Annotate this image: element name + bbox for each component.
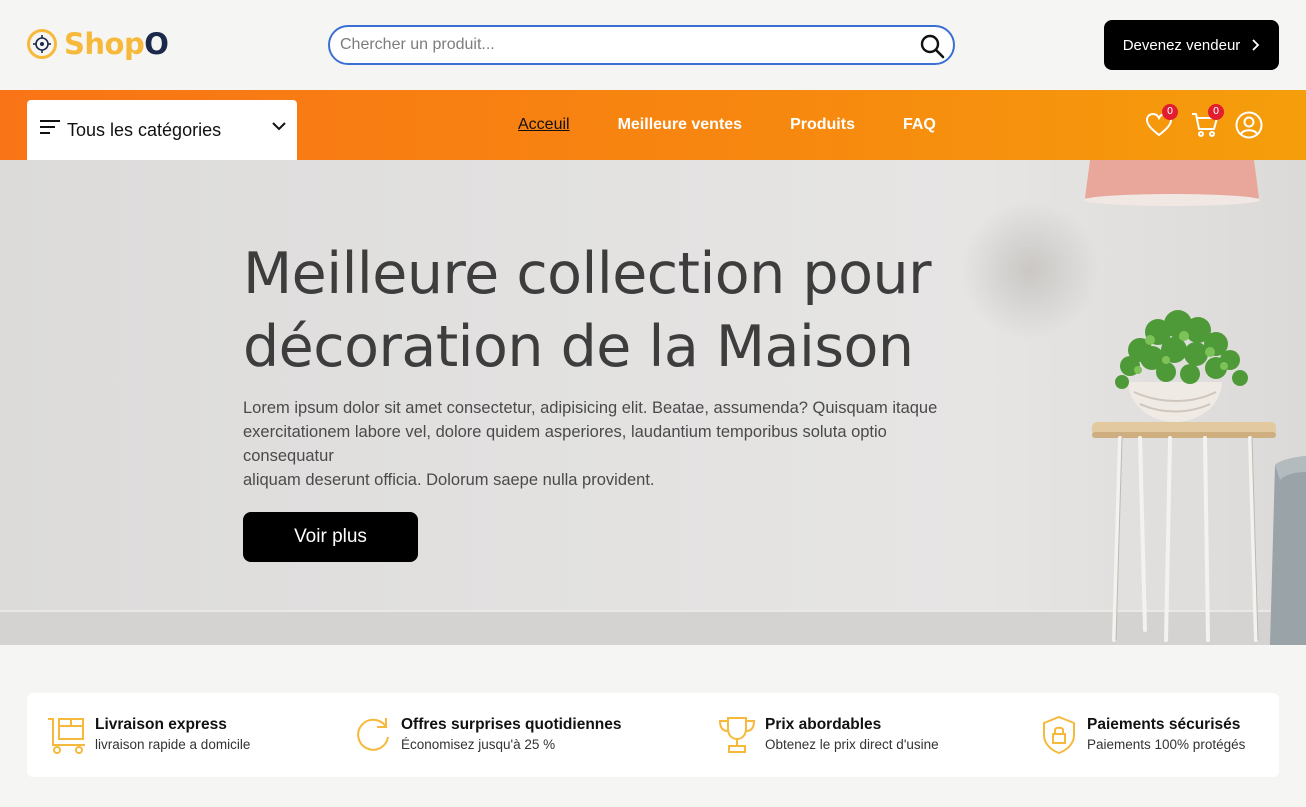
chevron-down-icon — [272, 122, 286, 131]
logo-target-icon — [27, 29, 57, 59]
nav-link-products[interactable]: Produits — [790, 116, 855, 134]
hero-title-line-2: décoration de la Maison — [243, 314, 914, 380]
hero-desc-line-1: Lorem ipsum dolor sit amet consectetur, … — [243, 399, 938, 417]
shield-lock-icon — [1043, 715, 1075, 755]
top-header: ShopO Devenez vendeur — [0, 0, 1306, 90]
feature-daily-offers: Offres surprises quotidiennes Économisez… — [353, 711, 622, 759]
user-icon — [1235, 111, 1263, 139]
hero-title-line-1: Meilleure collection pour — [243, 241, 932, 307]
see-more-button[interactable]: Voir plus — [243, 512, 418, 562]
account-button[interactable] — [1234, 110, 1264, 140]
hero-desc-line-4: aliquam deserunt officia. Dolorum saepe … — [243, 471, 655, 489]
logo-text-part2: O — [144, 27, 169, 61]
delivery-cart-icon — [48, 718, 85, 754]
hero-banner: Meilleure collection pour décoration de … — [0, 160, 1306, 645]
search-bar — [328, 25, 955, 65]
nav-link-home[interactable]: Acceuil — [518, 116, 570, 134]
trophy-icon — [718, 717, 756, 753]
feature-subtitle: Économisez jusqu'à 25 % — [401, 737, 556, 752]
feature-affordable-prices: Prix abordables Obtenez le prix direct d… — [717, 711, 939, 759]
feature-secure-payments: Paiements sécurisés Paiements 100% proté… — [1039, 711, 1245, 759]
menu-icon — [40, 120, 60, 134]
wishlist-count-badge: 0 — [1162, 104, 1178, 120]
feature-title: Livraison express — [95, 716, 227, 733]
nav-links: Acceuil Meilleure ventes Produits FAQ — [518, 90, 984, 160]
hero-desc-line-3: consequatur — [243, 447, 334, 465]
categories-label: Tous les catégories — [67, 120, 222, 140]
become-seller-label: Devenez vendeur — [1122, 36, 1241, 54]
logo-text: ShopO — [64, 26, 169, 62]
feature-subtitle: livraison rapide a domicile — [95, 737, 251, 752]
feature-title: Prix abordables — [765, 716, 882, 733]
hero-desc-line-2: exercitationem labore vel, dolore quidem… — [243, 423, 887, 441]
search-icon[interactable] — [919, 33, 945, 59]
cart-button[interactable]: 0 — [1190, 104, 1224, 140]
become-seller-button[interactable]: Devenez vendeur — [1104, 20, 1279, 70]
logo[interactable]: ShopO — [26, 26, 169, 62]
refresh-icon — [357, 718, 389, 751]
nav-link-best-sellers[interactable]: Meilleure ventes — [618, 116, 743, 134]
logo-text-part1: Shop — [64, 27, 145, 61]
plant-table-lamp-image — [1084, 160, 1306, 645]
feature-express-delivery: Livraison express livraison rapide a dom… — [47, 711, 250, 759]
categories-dropdown[interactable]: Tous les catégories — [27, 100, 297, 160]
features-bar: Livraison express livraison rapide a dom… — [27, 693, 1279, 777]
wishlist-button[interactable]: 0 — [1144, 104, 1178, 140]
chevron-right-icon — [1252, 39, 1260, 51]
search-input[interactable] — [340, 27, 910, 63]
cart-count-badge: 0 — [1208, 104, 1224, 120]
hero-title: Meilleure collection pour décoration de … — [243, 238, 1003, 384]
feature-title: Offres surprises quotidiennes — [401, 716, 622, 733]
feature-subtitle: Obtenez le prix direct d'usine — [765, 737, 939, 752]
hero-description: Lorem ipsum dolor sit amet consectetur, … — [243, 396, 1023, 492]
feature-title: Paiements sécurisés — [1087, 716, 1241, 733]
nav-link-faq[interactable]: FAQ — [903, 116, 936, 134]
main-nav: Tous les catégories Acceuil Meilleure ve… — [0, 90, 1306, 160]
feature-subtitle: Paiements 100% protégés — [1087, 737, 1246, 752]
